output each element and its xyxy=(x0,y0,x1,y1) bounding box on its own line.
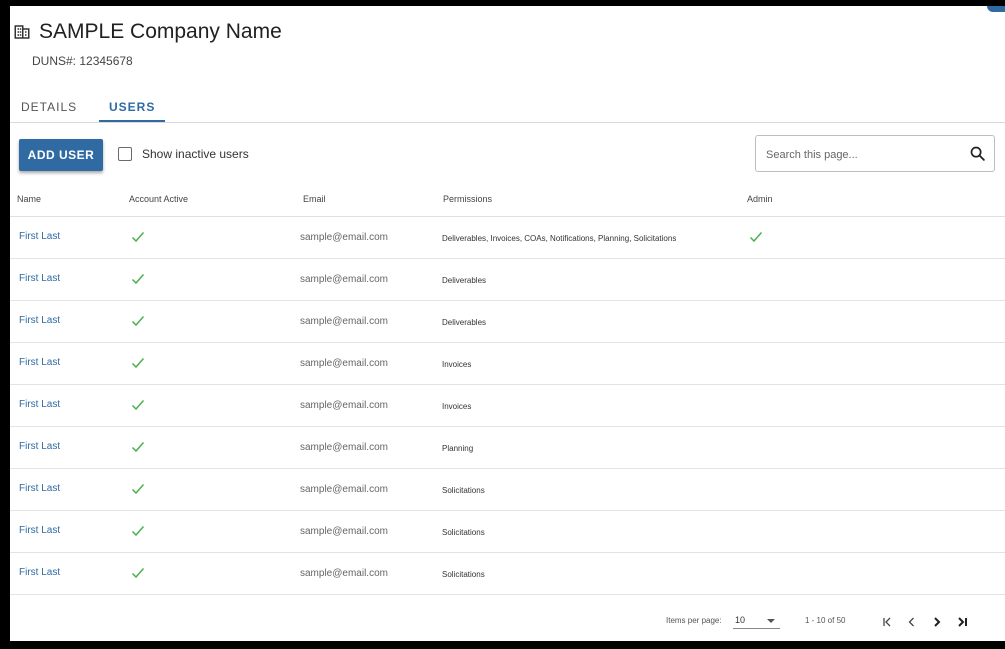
show-inactive-label: Show inactive users xyxy=(142,147,249,161)
items-per-page-label: Items per page: xyxy=(666,616,722,625)
corner-accent xyxy=(987,6,1005,12)
user-email: sample@email.com xyxy=(300,484,388,495)
tab-bar: DETAILS USERS xyxy=(10,92,165,122)
table-row: First Last sample@email.com Deliverables xyxy=(10,259,1005,301)
user-email: sample@email.com xyxy=(300,442,388,453)
items-per-page-select[interactable]: 10 xyxy=(735,615,745,625)
user-email: sample@email.com xyxy=(300,358,388,369)
user-name-link[interactable]: First Last xyxy=(19,357,60,368)
user-permissions: Invoices xyxy=(442,360,472,369)
table-row: First Last sample@email.com Solicitations xyxy=(10,469,1005,511)
user-name-link[interactable]: First Last xyxy=(19,315,60,326)
user-email: sample@email.com xyxy=(300,274,388,285)
table-row: First Last sample@email.com Invoices xyxy=(10,385,1005,427)
user-permissions: Planning xyxy=(442,444,474,453)
user-email: sample@email.com xyxy=(300,316,388,327)
check-icon xyxy=(131,231,145,243)
search-input[interactable] xyxy=(764,145,958,165)
tab-users[interactable]: USERS xyxy=(99,92,165,122)
user-permissions: Deliverables xyxy=(442,318,487,327)
check-icon xyxy=(131,357,145,369)
user-name-link[interactable]: First Last xyxy=(19,525,60,536)
user-email: sample@email.com xyxy=(300,526,388,537)
user-name-link[interactable]: First Last xyxy=(19,399,60,410)
table-row: First Last sample@email.com Solicitations xyxy=(10,511,1005,553)
user-permissions: Deliverables xyxy=(442,276,487,285)
column-header-account-active[interactable]: Account Active xyxy=(129,194,188,204)
user-name-link[interactable]: First Last xyxy=(19,231,60,242)
user-permissions: Solicitations xyxy=(442,528,485,537)
table-row: First Last sample@email.com Invoices xyxy=(10,343,1005,385)
check-icon xyxy=(131,525,145,537)
user-permissions: Solicitations xyxy=(442,486,485,495)
table-row: First Last sample@email.com Planning xyxy=(10,427,1005,469)
prev-page-button[interactable] xyxy=(904,614,920,630)
tab-divider xyxy=(10,122,1005,123)
add-user-button[interactable]: ADD USER xyxy=(19,139,103,171)
search-icon[interactable] xyxy=(969,145,986,167)
show-inactive-checkbox[interactable] xyxy=(118,147,132,161)
search-box xyxy=(755,135,995,172)
chevron-left-icon xyxy=(908,617,914,627)
check-icon xyxy=(131,399,145,411)
duns-number: DUNS#: 12345678 xyxy=(32,54,133,68)
user-permissions: Invoices xyxy=(442,402,472,411)
caret-down-icon[interactable] xyxy=(767,619,775,623)
user-permissions: Solicitations xyxy=(442,570,485,579)
column-header-admin[interactable]: Admin xyxy=(747,194,773,204)
column-header-permissions[interactable]: Permissions xyxy=(443,194,492,204)
user-name-link[interactable]: First Last xyxy=(19,441,60,452)
column-header-email[interactable]: Email xyxy=(303,194,326,204)
user-management-panel: SAMPLE Company Name DUNS#: 12345678 DETA… xyxy=(10,6,1005,641)
select-underline xyxy=(733,628,780,629)
table-body: First Last sample@email.com Deliverables, … xyxy=(10,217,1005,595)
table-row: First Last sample@email.com Deliverables, … xyxy=(10,217,1005,259)
table-row: First Last sample@email.com Solicitations xyxy=(10,553,1005,595)
range-label: 1 - 10 of 50 xyxy=(805,616,846,625)
check-icon xyxy=(749,231,763,243)
next-page-button[interactable] xyxy=(929,614,945,630)
user-name-link[interactable]: First Last xyxy=(19,273,60,284)
first-page-icon xyxy=(883,617,891,627)
show-inactive-toggle[interactable]: Show inactive users xyxy=(118,147,249,161)
paginator: Items per page: 10 1 - 10 of 50 xyxy=(10,614,1005,630)
last-page-button[interactable] xyxy=(954,614,970,630)
column-header-name[interactable]: Name xyxy=(17,194,41,204)
user-email: sample@email.com xyxy=(300,568,388,579)
first-page-button[interactable] xyxy=(880,614,896,630)
check-icon xyxy=(131,441,145,453)
table-header: Name Account Active Email Permissions Ad… xyxy=(10,180,1005,217)
table-row: First Last sample@email.com Deliverables xyxy=(10,301,1005,343)
tab-details[interactable]: DETAILS xyxy=(13,92,89,122)
chevron-right-icon xyxy=(934,617,941,627)
user-name-link[interactable]: First Last xyxy=(19,567,60,578)
user-email: sample@email.com xyxy=(300,400,388,411)
check-icon xyxy=(131,273,145,285)
company-name: SAMPLE Company Name xyxy=(39,20,282,43)
company-header: SAMPLE Company Name xyxy=(13,20,282,44)
building-icon xyxy=(13,23,31,41)
check-icon xyxy=(131,315,145,327)
user-permissions: Deliverables, Invoices, COAs, Notificati… xyxy=(442,234,677,243)
last-page-icon xyxy=(958,617,967,627)
check-icon xyxy=(131,483,145,495)
user-name-link[interactable]: First Last xyxy=(19,483,60,494)
user-email: sample@email.com xyxy=(300,232,388,243)
check-icon xyxy=(131,567,145,579)
